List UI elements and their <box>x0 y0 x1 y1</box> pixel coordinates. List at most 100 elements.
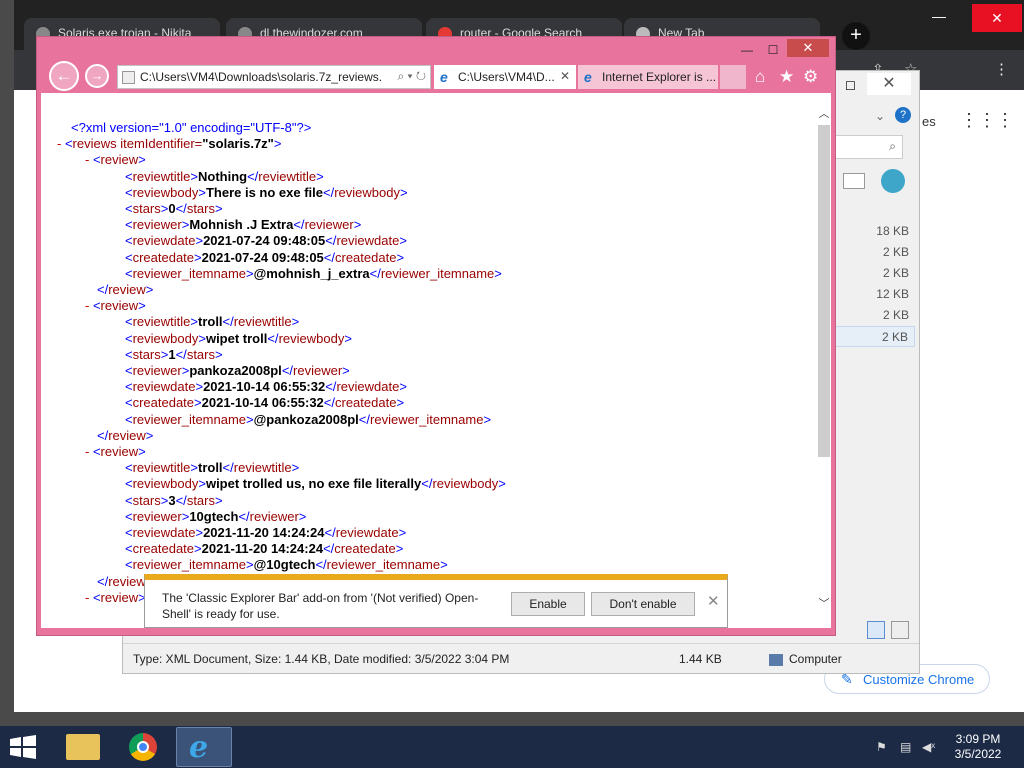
shell-icon[interactable] <box>881 169 905 193</box>
scroll-up-arrow[interactable]: ︿ <box>817 105 831 121</box>
chrome-icon-center <box>137 741 149 753</box>
clock-date: 3/5/2022 <box>954 747 1002 761</box>
explorer-status-bar: Type: XML Document, Size: 1.44 KB, Date … <box>123 643 919 673</box>
details-view-icon[interactable] <box>867 621 885 639</box>
file-size-column: 18 KB 2 KB 2 KB 12 KB 2 KB 2 KB <box>835 221 915 347</box>
flag-icon[interactable]: ⚑ <box>876 740 887 754</box>
addon-notification-bar: The 'Classic Explorer Bar' add-on from '… <box>144 574 728 628</box>
xml-createdate-line: <createdate>2021-11-20 14:24:24</created… <box>125 541 404 557</box>
ie-logo-icon: e <box>440 69 448 85</box>
xml-stars-line: <stars>0</stars> <box>125 201 223 216</box>
chrome-taskbar-button[interactable] <box>116 727 172 767</box>
menu-icon[interactable]: ⋮ <box>994 60 1009 78</box>
windows-start-icon[interactable] <box>8 734 38 760</box>
xml-reviewer-itemname-line: <reviewer_itemname>@10gtech</reviewer_it… <box>125 557 448 573</box>
xml-review-open: - <review> <box>85 298 146 314</box>
xml-declaration: <?xml version="1.0" encoding="UTF-8"?> <box>71 120 312 135</box>
ie-tab-label: C:\Users\VM4\D... <box>458 70 555 84</box>
close-icon[interactable]: ✕ <box>707 592 720 610</box>
xml-reviewtitle-line: <reviewtitle>troll</reviewtitle> <box>125 314 300 330</box>
xml-reviewer-itemname-line: <reviewer_itemname>@mohnish_j_extra</rev… <box>125 265 502 281</box>
network-icon[interactable]: ▤ <box>900 740 911 754</box>
forward-button[interactable]: → <box>85 64 109 88</box>
enable-button[interactable]: Enable <box>511 592 585 616</box>
chevron-down-icon[interactable]: ⌄ <box>875 109 885 123</box>
address-tools-icon[interactable]: ⌕ ▾ ↻ <box>397 69 426 84</box>
xml-review-open: - <review> <box>85 444 146 459</box>
taskbar: e ⚑ ▤ ◀ˣ 3:09 PM 3/5/2022 <box>0 726 1024 768</box>
back-button[interactable]: ← <box>49 61 79 91</box>
xml-reviewer-line: <reviewer>pankoza2008pl</reviewer> <box>125 363 350 378</box>
ie-logo-icon: e <box>189 730 209 765</box>
ie-minimize-button[interactable]: — <box>737 41 757 59</box>
xml-reviewdate-line: <reviewdate>2021-10-14 06:55:32</reviewd… <box>125 379 407 395</box>
xml-reviewdate-line: <reviewdate>2021-11-20 14:24:24</reviewd… <box>125 525 407 540</box>
minimize-button[interactable]: — <box>932 8 946 24</box>
xml-review-close: </review> <box>97 427 154 443</box>
home-icon[interactable]: ⌂ <box>755 67 765 87</box>
folder-icon <box>66 734 100 760</box>
system-clock[interactable]: 3:09 PM 3/5/2022 <box>946 732 1010 762</box>
xml-reviewbody-line: <reviewbody>There is no exe file</review… <box>125 184 408 200</box>
status-location: Computer <box>789 652 842 666</box>
ie-tab-active[interactable]: e C:\Users\VM4\D... ✕ <box>434 65 576 89</box>
file-size: 2 KB <box>882 245 909 259</box>
new-tab-button[interactable]: + <box>842 22 870 50</box>
ie-maximize-button[interactable]: ☐ <box>763 41 783 59</box>
xml-viewer: <?xml version="1.0" encoding="UTF-8"?> - … <box>41 93 831 628</box>
xml-createdate-line: <createdate>2021-10-14 06:55:32</created… <box>125 395 405 411</box>
customize-chrome-label: Customize Chrome <box>863 672 975 687</box>
clock-time: 3:09 PM <box>955 732 1001 746</box>
notification-message: The 'Classic Explorer Bar' add-on from '… <box>162 591 479 621</box>
explorer-minimize-button[interactable]: ☐ <box>845 79 856 93</box>
preview-view-icon[interactable] <box>891 621 909 639</box>
xml-root-open: - <reviews itemIdentifier="solaris.7z"> <box>57 136 282 152</box>
dont-enable-button[interactable]: Don't enable <box>591 592 695 616</box>
xml-reviewer-line: <reviewer>10gtech</reviewer> <box>125 508 307 524</box>
apps-grid-icon[interactable]: ⋮⋮⋮ <box>960 110 1014 130</box>
ie-close-button[interactable]: ✕ <box>787 39 829 57</box>
help-icon[interactable]: ? <box>895 107 911 123</box>
xml-reviewtitle-line: <reviewtitle>troll</reviewtitle> <box>125 460 300 476</box>
file-size: 2 KB <box>882 308 909 322</box>
explorer-close-button[interactable]: ✕ <box>867 73 911 95</box>
scroll-down-arrow[interactable]: ﹀ <box>817 595 831 611</box>
computer-icon <box>769 654 783 666</box>
address-text: C:\Users\VM4\Downloads\solaris.7z_review… <box>140 70 383 84</box>
file-size: 2 KB <box>882 266 909 280</box>
search-input[interactable]: ⌕ <box>833 135 903 159</box>
partial-text: es <box>922 114 936 129</box>
xml-reviewbody-line: <reviewbody>wipet trolled us, no exe fil… <box>125 476 506 492</box>
volume-muted-icon[interactable]: ◀ˣ <box>922 740 935 754</box>
xml-stars-line: <stars>1</stars> <box>125 346 223 362</box>
ie-window: — ☐ ✕ ← → C:\Users\VM4\Downloads\solaris… <box>36 36 836 636</box>
ie-tab-label: Internet Explorer is ... <box>602 70 717 84</box>
status-size: 1.44 KB <box>679 652 722 666</box>
close-button[interactable]: ✕ <box>972 4 1022 32</box>
ie-new-tab-button[interactable] <box>720 65 746 89</box>
xml-reviewdate-line: <reviewdate>2021-07-24 09:48:05</reviewd… <box>125 233 407 249</box>
ie-logo-icon: e <box>584 69 592 85</box>
address-bar[interactable]: C:\Users\VM4\Downloads\solaris.7z_review… <box>117 65 431 89</box>
file-size: 12 KB <box>876 287 909 301</box>
mail-icon[interactable] <box>843 173 865 189</box>
xml-review-close: </review> <box>97 282 154 297</box>
gear-icon[interactable]: ⚙ <box>803 67 818 87</box>
ie-taskbar-button[interactable]: e <box>176 727 232 767</box>
ie-tab-inactive[interactable]: e Internet Explorer is ... <box>578 65 718 89</box>
tab-close-icon[interactable]: ✕ <box>560 69 570 83</box>
xml-reviewer-line: <reviewer>Mohnish .J Extra</reviewer> <box>125 217 362 233</box>
xml-review-open: - <review> <box>85 152 146 168</box>
xml-createdate-line: <createdate>2021-07-24 09:48:05</created… <box>125 249 405 265</box>
file-size: 18 KB <box>876 224 909 238</box>
file-explorer-taskbar-button[interactable] <box>56 727 112 767</box>
xml-reviewer-itemname-line: <reviewer_itemname>@pankoza2008pl</revie… <box>125 411 492 427</box>
scrollbar-thumb[interactable] <box>818 125 830 457</box>
xml-reviewbody-line: <reviewbody>wipet troll</reviewbody> <box>125 330 352 346</box>
file-size-selected: 2 KB <box>835 326 915 347</box>
search-icon: ⌕ <box>889 139 896 153</box>
favorites-star-icon[interactable]: ★ <box>779 67 794 87</box>
xml-reviewtitle-line: <reviewtitle>Nothing</reviewtitle> <box>125 168 324 184</box>
status-text: Type: XML Document, Size: 1.44 KB, Date … <box>133 652 510 666</box>
page-icon <box>122 71 135 84</box>
